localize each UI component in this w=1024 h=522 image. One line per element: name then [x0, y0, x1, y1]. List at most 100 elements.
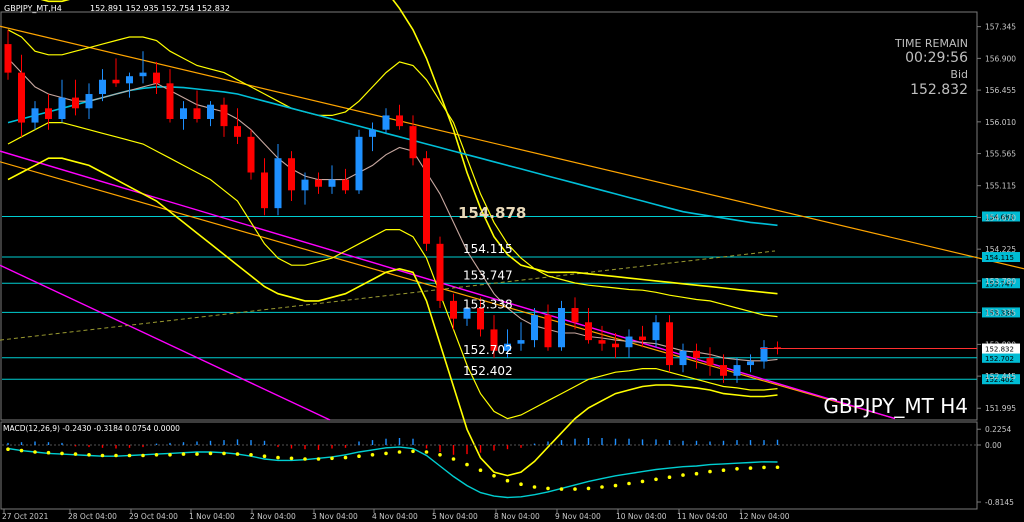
- time-remain-label: TIME REMAIN: [894, 37, 968, 50]
- candle-body: [423, 158, 430, 244]
- candle-body: [99, 79, 106, 95]
- candle-body: [247, 136, 255, 173]
- macd-signal-dot-8: [114, 453, 118, 458]
- candle-body: [112, 79, 120, 84]
- macd-signal-dot-19: [262, 454, 267, 459]
- x-tick-label-0: 27 Oct 2021: [2, 512, 49, 521]
- macd-signal-dot-35: [478, 468, 483, 473]
- macd-signal-dot-0: [6, 447, 10, 452]
- y-tick-label-8: 153.780: [985, 277, 1016, 286]
- candle-body: [328, 179, 336, 187]
- candle-body: [760, 347, 768, 362]
- y-tick-label-1: 156.900: [985, 54, 1016, 63]
- candle-18: [247, 129, 255, 180]
- macd-signal-dot-45: [613, 483, 618, 488]
- candle-body: [396, 115, 403, 127]
- macd-signal-dot-55: [748, 466, 753, 470]
- macd-signal-dot-4: [60, 451, 64, 456]
- macd-signal-dot-6: [87, 453, 91, 457]
- macd-signal-dot-16: [222, 451, 226, 456]
- candle-body: [558, 308, 565, 348]
- macd-signal-dot-32: [438, 453, 442, 457]
- macd-y-tick-label-0: 0.2254: [985, 425, 1011, 434]
- y-tick-label-0: 157.345: [985, 23, 1016, 32]
- macd-signal-dot-25: [343, 455, 348, 460]
- x-tick-label-6: 4 Nov 04:00: [372, 512, 418, 521]
- macd-signal-dot-21: [289, 456, 294, 461]
- candle-body: [301, 179, 309, 191]
- candle-body: [234, 126, 241, 137]
- macd-signal-dot-41: [559, 487, 564, 491]
- candle-body: [166, 83, 174, 119]
- y-tick-label-4: 155.565: [985, 150, 1016, 159]
- y-tick-label-2: 156.455: [985, 86, 1016, 95]
- macd-signal-dot-17: [235, 452, 240, 456]
- macd-signal-dot-36: [492, 474, 496, 478]
- candle-body: [45, 108, 52, 119]
- macd-signal-dot-27: [370, 453, 375, 457]
- candle-body: [409, 126, 417, 159]
- macd-signal-dot-28: [384, 451, 388, 456]
- chart-canvas: 154.115 153.747 153.338 152.702 152.402 154.…: [0, 0, 1024, 522]
- macd-signal-dot-22: [303, 457, 307, 461]
- y-tick-label-9: 153.335: [985, 309, 1016, 318]
- bid-label: Bid: [950, 68, 968, 81]
- macd-signal-dot-40: [546, 486, 550, 491]
- candle-body: [706, 357, 714, 366]
- bid-value: 152.832: [910, 82, 968, 98]
- macd-signal-dot-14: [195, 452, 199, 456]
- candle-body: [531, 315, 538, 341]
- macd-signal-dot-46: [627, 481, 631, 486]
- macd-signal-dot-13: [181, 452, 186, 456]
- macd-signal-dot-12: [168, 453, 172, 457]
- level-label-5: 152.402: [463, 364, 513, 378]
- candle-body: [355, 136, 363, 191]
- candle-49: [666, 315, 673, 373]
- macd-signal-dot-18: [249, 453, 253, 457]
- y-tick-label-11: 152.445: [985, 372, 1016, 381]
- level-label-4: 152.702: [463, 343, 513, 357]
- macd-signal-dot-34: [465, 462, 469, 467]
- macd-signal-dot-9: [127, 453, 132, 458]
- candle-body: [31, 108, 39, 123]
- macd-signal-dot-56: [762, 465, 766, 470]
- macd-y-tick-label-1: 0.00: [985, 441, 1002, 450]
- x-tick-label-1: 28 Oct 04:00: [68, 512, 117, 521]
- candle-body: [733, 365, 741, 376]
- macd-signal-dot-11: [154, 453, 159, 457]
- macd-signal-dot-44: [600, 485, 604, 489]
- time-remain-value: 00:29:56: [905, 50, 968, 66]
- macd-signal-dot-48: [654, 477, 658, 482]
- candle-body: [625, 336, 633, 348]
- x-tick-label-5: 3 Nov 04:00: [312, 512, 358, 521]
- candle-32: [436, 236, 444, 309]
- macd-signal-dot-57: [775, 465, 780, 470]
- x-tick-label-8: 8 Nov 04:00: [494, 512, 540, 521]
- candle-body: [274, 158, 282, 209]
- y-tick-label-3: 156.010: [985, 118, 1016, 127]
- macd-signal-dot-29: [397, 450, 402, 454]
- symbol-watermark: GBPJPY_MT H4: [823, 394, 968, 418]
- candle-body: [544, 315, 552, 348]
- candle-body: [666, 322, 673, 366]
- x-tick-label-2: 29 Oct 04:00: [129, 512, 178, 521]
- candle-body: [369, 129, 376, 137]
- candle-26: [355, 129, 363, 194]
- candle-41: [558, 300, 565, 351]
- macd-signal-dot-26: [357, 454, 361, 459]
- macd-signal-dot-33: [451, 457, 456, 461]
- macd-signal-dot-10: [141, 453, 145, 458]
- candle-body: [639, 336, 646, 341]
- candle-body: [585, 322, 592, 341]
- candle-body: [288, 158, 295, 191]
- candle-body: [126, 76, 133, 84]
- level-label-3: 153.338: [463, 297, 513, 311]
- macd-signal-dot-30: [411, 449, 415, 454]
- macd-signal-dot-38: [519, 482, 523, 487]
- candle-body: [342, 179, 349, 191]
- macd-signal-dot-42: [573, 487, 577, 491]
- candle-body: [72, 97, 79, 109]
- candle-body: [652, 322, 660, 341]
- x-tick-label-12: 12 Nov 04:00: [739, 512, 790, 521]
- candle-31: [423, 151, 430, 251]
